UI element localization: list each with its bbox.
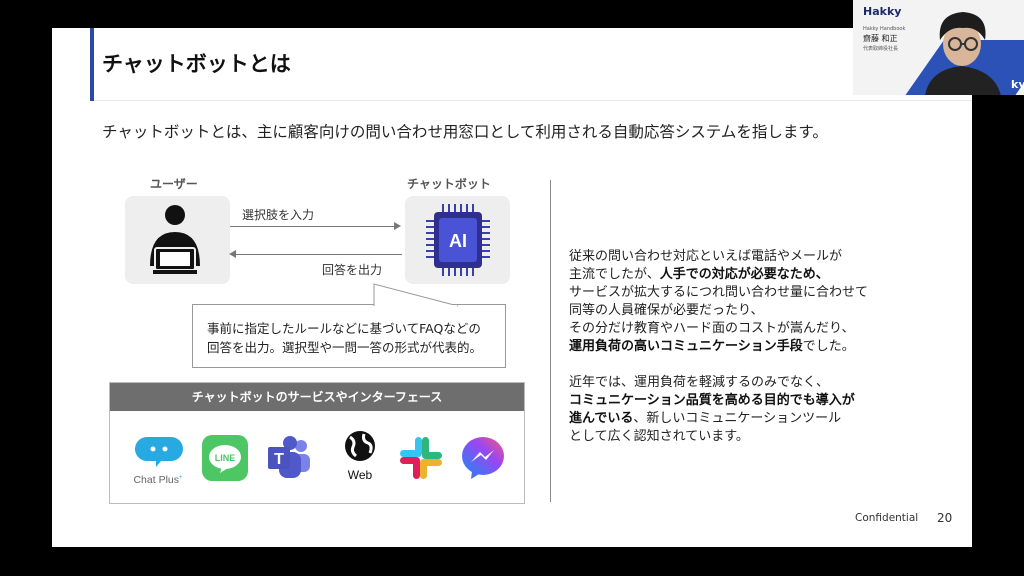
arrow-to-bot-label: 選択肢を入力 xyxy=(242,208,315,222)
svg-text:T: T xyxy=(274,451,284,468)
teams-icon: T xyxy=(268,436,310,478)
page-number: 20 xyxy=(937,511,953,525)
intro-text: チャットボットとは、主に顧客向けの問い合わせ用窓口として利用される自動応答システ… xyxy=(102,123,828,141)
webcam-role: 代表取締役社長 xyxy=(863,46,899,52)
teams-logo: T xyxy=(265,435,313,485)
globe-icon: Web xyxy=(345,431,375,482)
paragraph-legacy: 従来の問い合わせ対応といえば電話やメールが 主流でしたが、人手での対応が必要なた… xyxy=(569,249,869,354)
services-panel: チャットボットのサービスやインターフェース Chat Plus+ LINE T … xyxy=(109,382,525,504)
webcam-person-name: 齋藤 和正 xyxy=(863,34,898,43)
user-laptop-icon xyxy=(150,205,200,274)
callout-box: 事前に指定したルールなどに基づいてFAQなどの 回答を出力。選択型や一問一答の形… xyxy=(192,304,506,368)
svg-text:Chat Plus+: Chat Plus+ xyxy=(133,474,183,486)
chatplus-logo: Chat Plus+ xyxy=(130,433,190,495)
svg-text:LINE: LINE xyxy=(215,453,236,463)
svg-text:Web: Web xyxy=(348,468,373,482)
slack-logo xyxy=(398,435,444,485)
arrow-to-user-head xyxy=(229,250,236,258)
title-divider xyxy=(94,100,972,101)
chatplus-icon: Chat Plus+ xyxy=(133,437,183,486)
slide: チャットボットとは チャットボットとは、主に顧客向けの問い合わせ用窓口として利用… xyxy=(52,28,972,547)
callout-line: 回答を出力。選択型や一問一答の形式が代表的。 xyxy=(207,340,483,355)
messenger-icon xyxy=(462,437,504,479)
webcam-overlay: Hakky Hakky Handbook 齋藤 和正 代表取締役社長 ky xyxy=(853,0,1024,95)
ai-chip-text: AI xyxy=(449,231,467,251)
presenter-video xyxy=(925,12,1001,95)
user-label: ユーザー xyxy=(150,177,198,191)
vertical-divider xyxy=(550,180,551,502)
callout-pointer xyxy=(373,283,459,307)
paragraph-recent: 近年では、運用負荷を軽減するのみでなく、 コミュニケーション品質を高める目的でも… xyxy=(569,375,855,444)
bot-box: AI xyxy=(405,196,510,284)
slack-icon xyxy=(400,437,442,479)
bot-label: チャットボット xyxy=(407,177,491,191)
webcam-brand: Hakky xyxy=(863,5,902,18)
line-icon: LINE xyxy=(202,435,248,481)
webcam-brand-tail: ky xyxy=(1011,78,1024,91)
confidential-label: Confidential xyxy=(855,512,919,524)
arrow-to-user-label: 回答を出力 xyxy=(322,263,383,277)
callout-text: 事前に指定したルールなどに基づいてFAQなどの 回答を出力。選択型や一問一答の形… xyxy=(207,319,482,357)
arrow-to-user xyxy=(234,254,402,255)
arrow-to-bot-head xyxy=(394,222,401,230)
slide-title: チャットボットとは xyxy=(102,52,291,76)
title-accent-bar xyxy=(90,28,94,101)
messenger-logo xyxy=(460,435,506,485)
line-logo: LINE xyxy=(202,435,248,485)
callout-line: 事前に指定したルールなどに基づいてFAQなどの xyxy=(207,321,481,336)
user-box xyxy=(125,196,230,284)
services-header: チャットボットのサービスやインターフェース xyxy=(110,383,524,411)
web-logo: Web xyxy=(340,429,380,489)
ai-chip-icon: AI xyxy=(426,204,490,276)
right-description: 従来の問い合わせ対応といえば電話やメールが 主流でしたが、人手での対応が必要なた… xyxy=(569,248,868,464)
webcam-subtitle: Hakky Handbook xyxy=(863,26,906,32)
arrow-to-bot xyxy=(230,226,398,227)
